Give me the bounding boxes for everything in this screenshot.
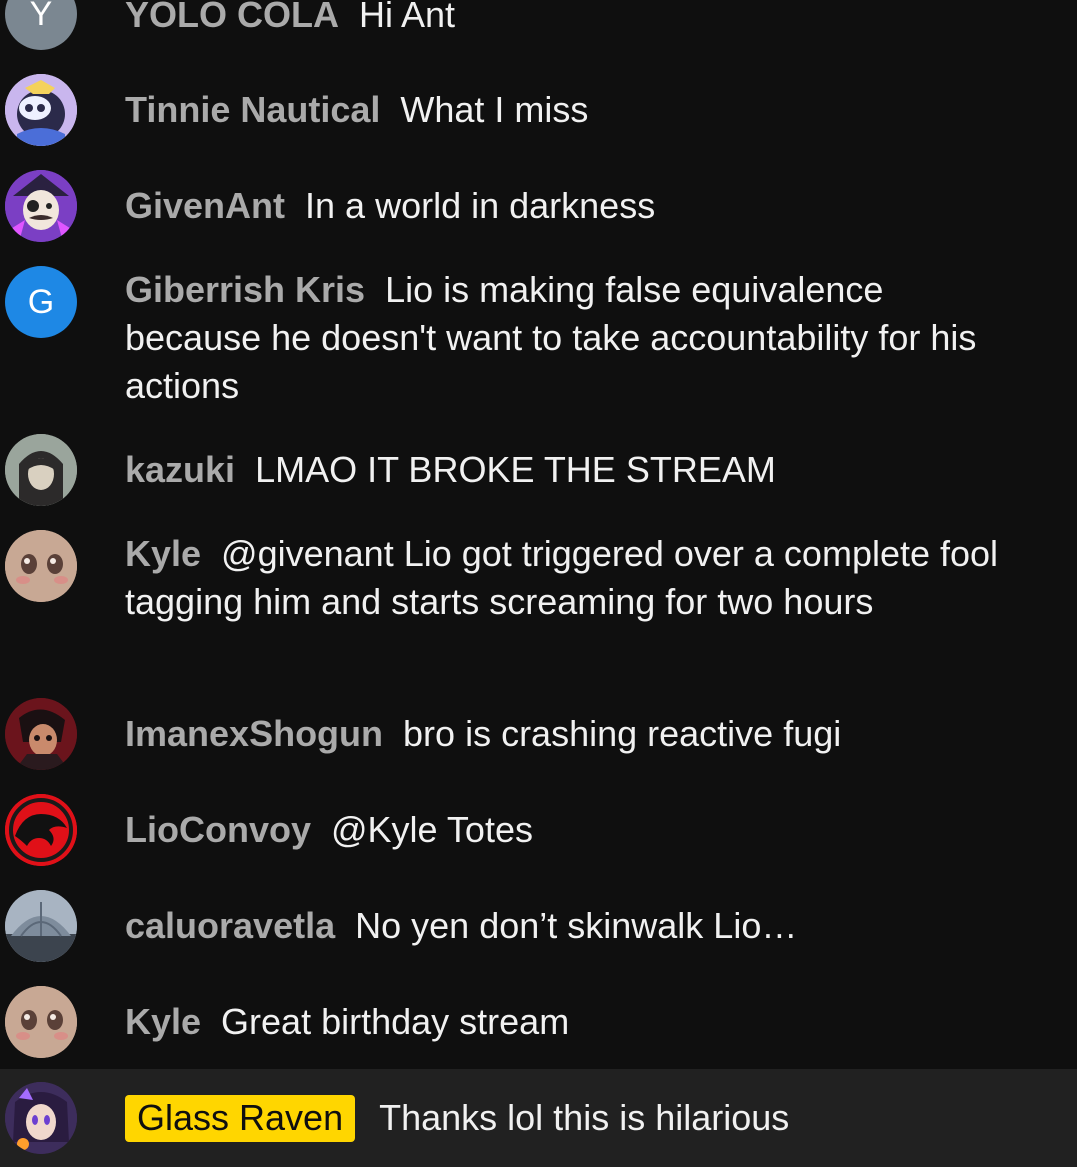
user-avatar-g-icon[interactable]: G xyxy=(5,266,77,338)
message-text: Great birthday stream xyxy=(221,1001,570,1042)
character-avatar-icon[interactable] xyxy=(5,170,77,242)
author-name-owner-badge[interactable]: Glass Raven xyxy=(125,1095,356,1142)
author-name[interactable]: Giberrish Kris xyxy=(125,269,365,310)
author-name[interactable]: YOLO COLA xyxy=(125,0,339,35)
face-avatar-icon[interactable] xyxy=(5,530,77,602)
author-name[interactable]: Kyle xyxy=(125,533,201,574)
message-text: In a world in darkness xyxy=(305,185,656,226)
character-avatar-icon[interactable] xyxy=(5,698,77,770)
photo-avatar-icon[interactable] xyxy=(5,434,77,506)
face-avatar-icon[interactable] xyxy=(5,986,77,1058)
author-name[interactable]: kazuki xyxy=(125,449,235,490)
author-name[interactable]: Tinnie Nautical xyxy=(125,89,380,130)
author-name[interactable]: ImanexShogun xyxy=(125,713,383,754)
author-name[interactable]: Kyle xyxy=(125,1001,201,1042)
message-text: bro is crashing reactive fugi xyxy=(403,713,842,754)
avatar-letter: G xyxy=(27,282,55,321)
avatar-letter: Y xyxy=(29,0,53,33)
author-name[interactable]: LioConvoy xyxy=(125,809,311,850)
message-text: What I miss xyxy=(400,89,589,130)
thundercats-logo-icon[interactable] xyxy=(5,794,77,866)
message-text: No yen don’t skinwalk Lio… xyxy=(355,905,798,946)
user-avatar-y-icon[interactable]: Y xyxy=(5,0,77,50)
dome-photo-avatar-icon[interactable] xyxy=(5,890,77,962)
author-name[interactable]: caluoravetla xyxy=(125,905,335,946)
message-text: Hi Ant xyxy=(359,0,456,35)
message-text: @Kyle Totes xyxy=(331,809,533,850)
message-text: Thanks lol this is hilarious xyxy=(379,1097,790,1138)
character-avatar-icon[interactable] xyxy=(5,1082,77,1154)
message-text: LMAO IT BROKE THE STREAM xyxy=(255,449,776,490)
author-name[interactable]: GivenAnt xyxy=(125,185,285,226)
character-avatar-icon[interactable] xyxy=(5,74,77,146)
live-chat-list: Y YOLO COLA Hi Ant Tinnie Nautical What I … xyxy=(0,0,1077,1167)
message-text: @givenant Lio got triggered over a compl… xyxy=(125,533,999,622)
